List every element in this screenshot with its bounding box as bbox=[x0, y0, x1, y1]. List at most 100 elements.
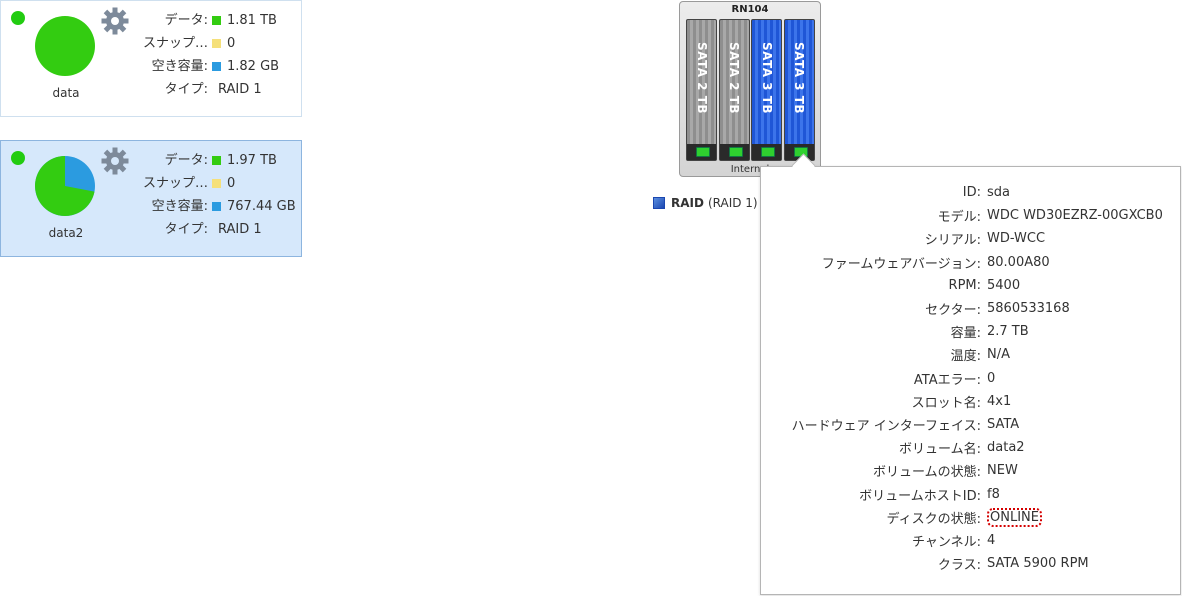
disk-status-led bbox=[696, 147, 710, 157]
stat-value: 1.82 GB bbox=[227, 59, 280, 74]
stat-color-swatch bbox=[212, 39, 221, 48]
disk-bay-2[interactable]: SATA 2 TB bbox=[718, 19, 750, 161]
stat-label: データ: bbox=[164, 153, 208, 168]
disk-info-row: シリアル: WD-WCC bbox=[761, 227, 1180, 250]
disk-info-value: SATA bbox=[987, 416, 1020, 432]
stat-label: データ: bbox=[164, 13, 208, 28]
disk-info-key: ID: bbox=[962, 185, 981, 201]
stat-value: RAID 1 bbox=[218, 222, 262, 237]
disk-info-row: ファームウェアバージョン: 80.00A80 bbox=[761, 251, 1180, 274]
status-indicator bbox=[11, 151, 25, 165]
disk-info-value: 5860533168 bbox=[987, 301, 1070, 317]
disk-bay-label: SATA 3 TB bbox=[792, 41, 806, 115]
raid-color-swatch bbox=[653, 197, 665, 209]
disk-info-key: RPM: bbox=[948, 277, 981, 293]
disk-info-key: ハードウェア インターフェイス: bbox=[791, 418, 981, 434]
disk-info-key: ディスクの状態: bbox=[886, 511, 981, 527]
disk-info-key: ボリュームの状態: bbox=[873, 465, 981, 481]
stat-color-swatch bbox=[212, 202, 221, 211]
disk-info-key: ファームウェアバージョン: bbox=[821, 256, 981, 272]
disk-info-key: 容量: bbox=[950, 326, 981, 342]
pie-slice-data bbox=[35, 16, 95, 76]
disk-info-key: スロット名: bbox=[911, 395, 981, 411]
volume-card-data2[interactable]: data2 データ: 1.97 TB スナップ… 0 空き容量: 767.44 GB タイプ… bbox=[0, 140, 302, 257]
disk-info-key: ボリューム名: bbox=[899, 442, 981, 458]
raid-legend: RAID (RAID 1) bbox=[653, 196, 758, 210]
disk-bay-3[interactable]: SATA 3 TB bbox=[751, 19, 782, 161]
usage-pie-chart bbox=[35, 16, 95, 76]
volume-stats: データ: 1.81 TB スナップ… 0 空き容量: 1.82 GB タイプ: RAID 1 bbox=[131, 9, 279, 101]
stat-color-swatch bbox=[212, 62, 221, 71]
disk-bay-4[interactable]: SATA 3 TB bbox=[783, 19, 815, 161]
stat-row: スナップ… 0 bbox=[131, 32, 279, 55]
disk-info-key: 温度: bbox=[950, 349, 981, 365]
usage-pie-chart bbox=[34, 156, 95, 216]
stat-label: 空き容量: bbox=[151, 199, 208, 214]
disk-info-value: 4x1 bbox=[987, 393, 1012, 409]
disk-info-row: RPM: 5400 bbox=[761, 274, 1180, 297]
stat-row: タイプ: RAID 1 bbox=[131, 218, 296, 241]
disk-info-value: 5400 bbox=[987, 277, 1021, 293]
disk-bay-label: SATA 2 TB bbox=[727, 41, 741, 115]
disk-info-row: ATAエラー: 0 bbox=[761, 367, 1180, 390]
volume-card-data[interactable]: data データ: 1.81 TB スナップ… 0 空き容量: 1.82 GB タイプ: RA… bbox=[0, 0, 302, 117]
disk-status-led bbox=[728, 147, 743, 157]
disk-info-value: N/A bbox=[987, 347, 1010, 363]
disk-info-row: 温度: N/A bbox=[761, 343, 1180, 366]
raid-type: (RAID 1) bbox=[707, 196, 758, 210]
disk-info-value: NEW bbox=[987, 463, 1018, 479]
stat-label: 空き容量: bbox=[151, 59, 208, 74]
stat-color-swatch bbox=[212, 16, 221, 25]
disk-status-led bbox=[761, 147, 775, 157]
stat-value: 767.44 GB bbox=[227, 199, 296, 214]
stat-value: 1.81 TB bbox=[227, 13, 277, 28]
disk-led-housing bbox=[719, 144, 749, 160]
stat-row: データ: 1.97 TB bbox=[131, 149, 296, 172]
gear-icon[interactable] bbox=[100, 6, 130, 36]
disk-info-row: ハードウェア インターフェイス: SATA bbox=[761, 413, 1180, 436]
disk-info-value: sda bbox=[987, 185, 1010, 201]
disk-info-value: WDC WD30EZRZ-00GXCB0 bbox=[987, 208, 1163, 224]
stat-color-swatch bbox=[212, 179, 221, 188]
disk-info-key: クラス: bbox=[937, 558, 981, 574]
disk-bay-label: SATA 2 TB bbox=[694, 41, 709, 115]
chassis-model: RN104 bbox=[731, 4, 769, 15]
volume-name: data bbox=[52, 86, 80, 100]
disk-info-tooltip: ID: sda モデル: WDC WD30EZRZ-00GXCB0 シリアル: WD-WC… bbox=[760, 153, 1181, 595]
stat-label: スナップ… bbox=[142, 36, 208, 51]
disk-info-key: チャンネル: bbox=[912, 534, 981, 550]
disk-info-row: チャンネル: 4 bbox=[761, 529, 1180, 552]
stat-row: 空き容量: 1.82 GB bbox=[131, 55, 279, 78]
disk-info-row: ボリューム名: data2 bbox=[761, 436, 1180, 459]
stat-row: タイプ: RAID 1 bbox=[131, 78, 279, 101]
stat-color-swatch bbox=[212, 156, 221, 165]
disk-bay-1[interactable]: SATA 2 TB bbox=[686, 19, 717, 161]
stat-value: RAID 1 bbox=[218, 82, 262, 97]
disk-info-value: 80.00A80 bbox=[987, 254, 1050, 270]
stat-label: タイプ: bbox=[164, 82, 208, 97]
gear-icon[interactable] bbox=[100, 146, 130, 176]
nas-chassis: RN104 SATA 2 TB SATA 2 TB SATA 3 TB SATA 3 … bbox=[679, 1, 821, 177]
disk-status-value: ONLINE bbox=[987, 507, 1042, 527]
volume-stats: データ: 1.97 TB スナップ… 0 空き容量: 767.44 GB タイプ: RAID … bbox=[131, 149, 296, 241]
status-indicator bbox=[11, 11, 25, 25]
stat-row: データ: 1.81 TB bbox=[131, 9, 279, 32]
disk-info-value: f8 bbox=[987, 486, 1000, 502]
disk-bay-label: SATA 3 TB bbox=[759, 41, 774, 115]
disk-info-row: スロット名: 4x1 bbox=[761, 390, 1180, 413]
disk-info-row: ID: sda bbox=[761, 181, 1180, 204]
disk-info-value: data2 bbox=[987, 440, 1025, 456]
stat-label: タイプ: bbox=[164, 222, 208, 237]
disk-info-row: クラス: SATA 5900 RPM bbox=[761, 552, 1180, 575]
disk-led-housing bbox=[687, 144, 716, 160]
disk-info-row: 容量: 2.7 TB bbox=[761, 320, 1180, 343]
disk-info-key: ボリュームホストID: bbox=[859, 488, 981, 504]
disk-info-key: セクター: bbox=[925, 303, 981, 319]
stat-row: 空き容量: 767.44 GB bbox=[131, 195, 296, 218]
disk-info-value: SATA 5900 RPM bbox=[987, 556, 1089, 572]
disk-info-row: モデル: WDC WD30EZRZ-00GXCB0 bbox=[761, 204, 1180, 227]
disk-info-row: セクター: 5860533168 bbox=[761, 297, 1180, 320]
disk-info-value: WD-WCC bbox=[987, 231, 1046, 247]
stat-value: 1.97 TB bbox=[227, 153, 277, 168]
stat-row: スナップ… 0 bbox=[131, 172, 296, 195]
